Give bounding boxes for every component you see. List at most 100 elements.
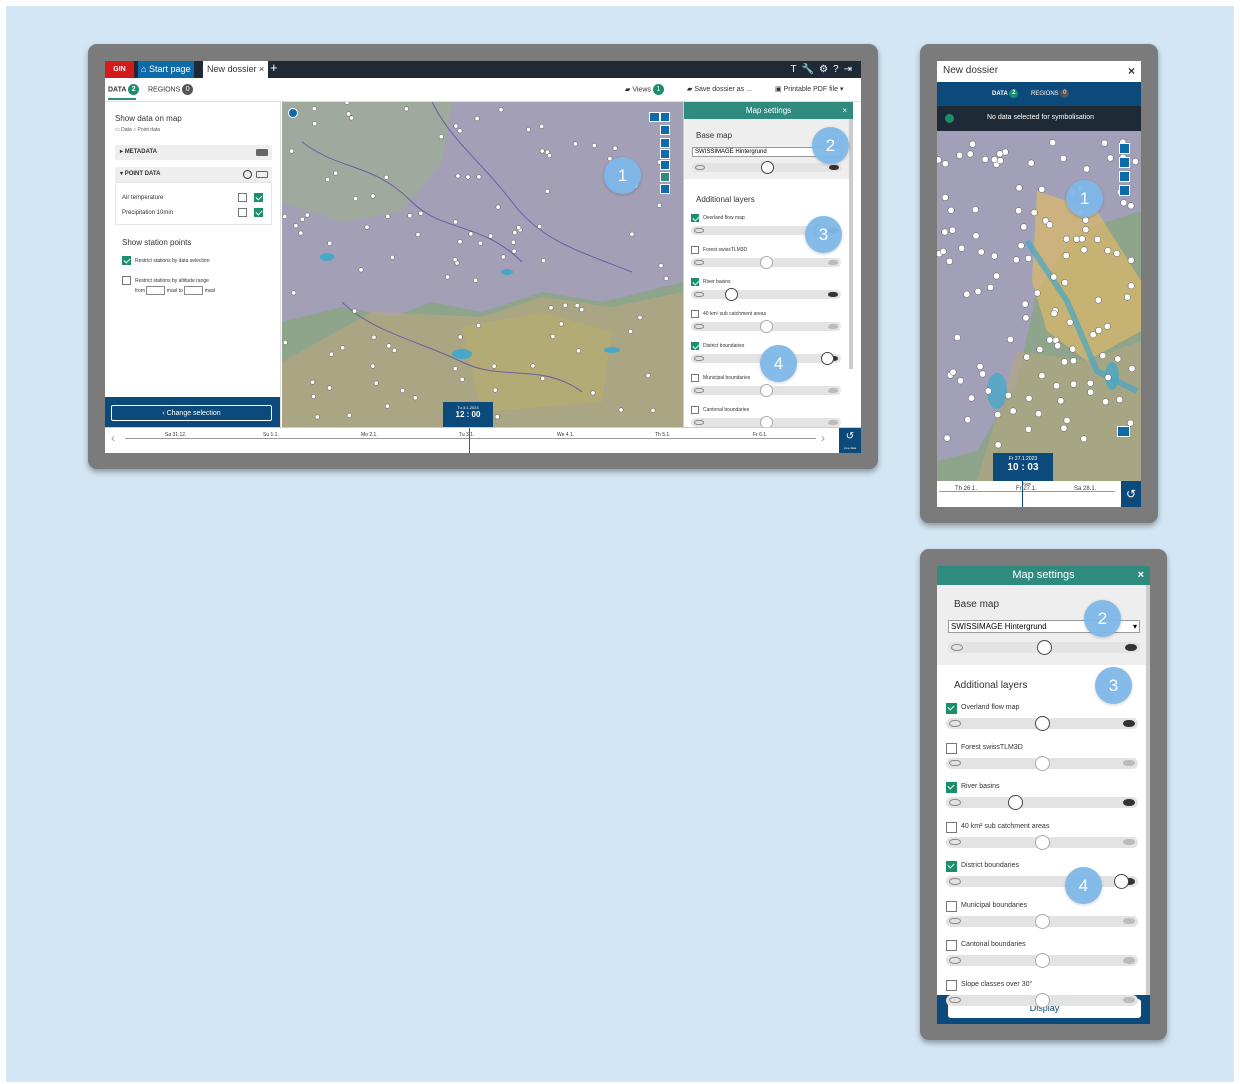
station-point[interactable] xyxy=(537,224,543,229)
map-settings-icon[interactable] xyxy=(660,125,670,135)
station-point[interactable] xyxy=(579,307,585,313)
opacity-slider[interactable] xyxy=(946,716,1138,731)
station-point[interactable] xyxy=(550,333,556,339)
station-point[interactable] xyxy=(358,267,364,273)
close-icon[interactable]: × xyxy=(842,102,847,119)
station-point[interactable] xyxy=(1083,165,1090,173)
station-point[interactable] xyxy=(311,394,316,399)
station-point[interactable] xyxy=(310,379,315,385)
station-point[interactable] xyxy=(1060,424,1068,432)
station-point[interactable] xyxy=(1053,382,1061,390)
station-point[interactable] xyxy=(370,363,376,369)
station-point[interactable] xyxy=(298,230,304,236)
subtab-regions[interactable]: REGIONS 0 xyxy=(148,84,194,95)
slider-knob[interactable] xyxy=(759,320,773,333)
station-point[interactable] xyxy=(488,233,494,239)
station-point[interactable] xyxy=(1062,252,1070,260)
station-point[interactable] xyxy=(956,151,964,159)
station-point[interactable] xyxy=(391,347,397,353)
station-point[interactable] xyxy=(941,228,949,236)
eye-icon[interactable] xyxy=(1122,720,1135,727)
station-point[interactable] xyxy=(1038,372,1046,380)
layer-checkbox[interactable] xyxy=(691,246,699,254)
eye-off-icon[interactable] xyxy=(694,227,704,234)
more-icon[interactable] xyxy=(256,171,268,178)
station-point[interactable] xyxy=(573,141,578,147)
eye-off-icon[interactable] xyxy=(694,323,704,330)
station-point[interactable] xyxy=(971,206,979,214)
station-point[interactable] xyxy=(1070,357,1077,365)
station-point[interactable] xyxy=(455,173,461,179)
station-point[interactable] xyxy=(1089,331,1097,339)
station-point[interactable] xyxy=(346,412,352,418)
station-point[interactable] xyxy=(1082,216,1090,224)
station-point[interactable] xyxy=(946,257,953,265)
station-point[interactable] xyxy=(1015,207,1023,215)
eye-off-icon[interactable] xyxy=(695,164,705,171)
station-point[interactable] xyxy=(282,340,288,345)
station-point[interactable] xyxy=(389,254,395,260)
station-point[interactable] xyxy=(996,157,1004,165)
station-point[interactable] xyxy=(325,177,331,183)
point-data-group[interactable]: ▾ POINT DATA xyxy=(115,167,272,182)
station-point[interactable] xyxy=(590,390,596,396)
eye-icon[interactable] xyxy=(1122,838,1135,846)
station-point[interactable] xyxy=(349,115,355,121)
layer-checkbox[interactable] xyxy=(946,979,957,991)
station-point[interactable] xyxy=(957,377,964,385)
tab-start-page[interactable]: ⌂ Start page xyxy=(138,61,195,78)
station-point[interactable] xyxy=(990,252,998,260)
opacity-slider[interactable] xyxy=(946,913,1138,929)
station-point[interactable] xyxy=(418,210,424,216)
fullscreen-icon[interactable] xyxy=(1119,171,1130,182)
tab-new-dossier[interactable]: New dossier × xyxy=(203,61,269,78)
precipitation-checkbox[interactable] xyxy=(238,208,247,217)
views-button[interactable]: ▰ Views 1 xyxy=(625,84,664,95)
layer-checkbox[interactable] xyxy=(946,900,957,912)
precipitation-point-checkbox[interactable] xyxy=(254,208,263,217)
station-point[interactable] xyxy=(991,156,998,164)
station-point[interactable] xyxy=(1021,300,1029,308)
station-point[interactable] xyxy=(453,219,459,225)
station-point[interactable] xyxy=(984,387,992,395)
station-point[interactable] xyxy=(972,232,980,240)
slider-knob[interactable] xyxy=(1034,834,1050,850)
station-point[interactable] xyxy=(941,194,949,201)
station-point[interactable] xyxy=(1104,247,1112,255)
slider-knob[interactable] xyxy=(1114,874,1130,889)
opacity-slider[interactable] xyxy=(948,640,1140,655)
station-point[interactable] xyxy=(1009,407,1017,415)
layer-checkbox[interactable] xyxy=(946,782,957,793)
station-point[interactable] xyxy=(400,388,406,394)
station-point[interactable] xyxy=(438,134,444,140)
station-point[interactable] xyxy=(476,174,482,180)
eye-off-icon[interactable] xyxy=(949,838,962,846)
station-point[interactable] xyxy=(979,370,987,378)
opacity-slider[interactable] xyxy=(691,416,841,427)
station-point[interactable] xyxy=(1063,416,1071,424)
station-point[interactable] xyxy=(282,213,288,219)
station-point[interactable] xyxy=(1104,374,1112,381)
station-point[interactable] xyxy=(1020,223,1028,231)
slider-knob[interactable] xyxy=(725,288,739,301)
station-point[interactable] xyxy=(384,403,390,409)
station-point[interactable] xyxy=(452,366,458,372)
close-icon[interactable]: × xyxy=(1138,566,1144,585)
layer-checkbox[interactable] xyxy=(691,278,699,286)
gin-logo[interactable]: GIN xyxy=(105,61,134,78)
station-point[interactable] xyxy=(539,148,545,154)
slider-knob[interactable] xyxy=(759,416,773,427)
station-point[interactable] xyxy=(1070,380,1078,388)
station-point[interactable] xyxy=(407,213,413,219)
map-layers-button[interactable] xyxy=(649,112,660,122)
station-point[interactable] xyxy=(1050,273,1058,281)
slider-knob[interactable] xyxy=(1007,795,1023,810)
layer-checkbox[interactable] xyxy=(946,742,957,754)
subtab-data[interactable]: DATA 2 xyxy=(108,84,140,95)
station-point[interactable] xyxy=(964,416,972,424)
station-point[interactable] xyxy=(1099,352,1107,360)
eye-icon[interactable] xyxy=(828,259,838,266)
eye-icon[interactable] xyxy=(1122,917,1135,925)
station-point[interactable] xyxy=(637,315,643,321)
zoom-out-icon[interactable] xyxy=(660,149,670,159)
